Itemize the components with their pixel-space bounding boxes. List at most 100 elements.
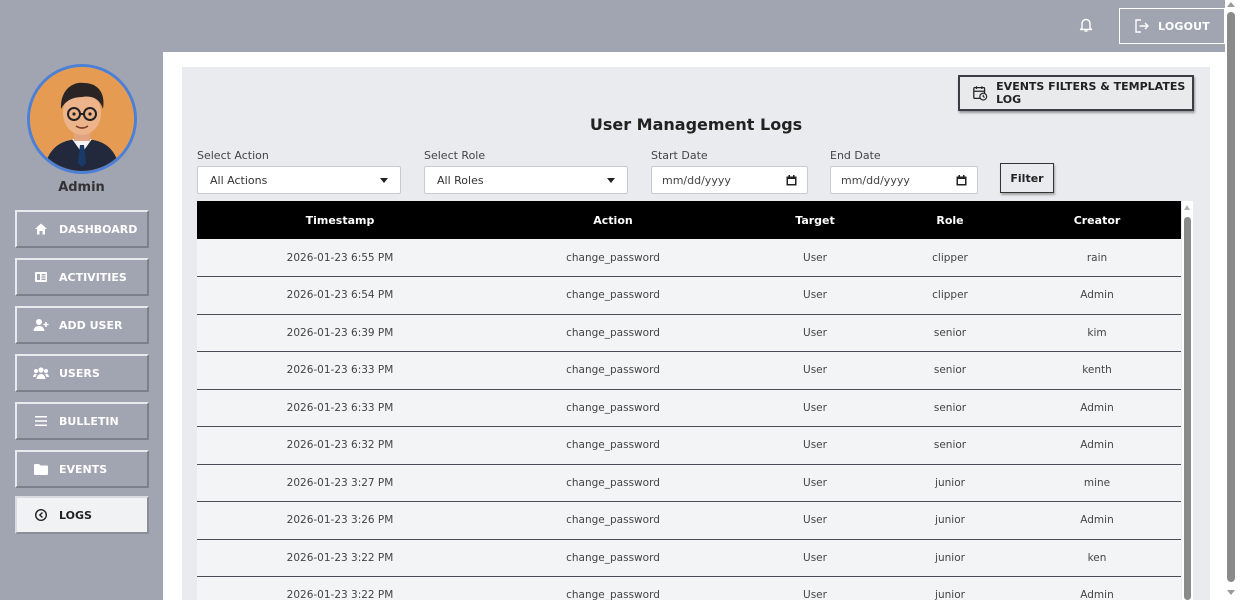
- action-cell: change_password: [566, 251, 660, 264]
- role-cell: junior: [935, 476, 965, 489]
- action-cell: change_password: [566, 551, 660, 564]
- end-date-placeholder: mm/dd/yyyy: [841, 173, 910, 187]
- chevron-down-icon: [607, 177, 615, 183]
- creator-cell: kim: [1087, 326, 1107, 339]
- timestamp-cell: 2026-01-23 6:39 PM: [286, 326, 394, 339]
- creator-cell: Admin: [1080, 514, 1114, 527]
- home-icon: [33, 221, 49, 237]
- role-select-value: All Roles: [437, 173, 484, 187]
- sidebar-item-logs[interactable]: LOGS: [15, 496, 149, 534]
- timestamp-cell: 2026-01-23 3:27 PM: [286, 476, 394, 489]
- action-cell: change_password: [566, 514, 660, 527]
- scroll-up-arrow-icon[interactable]: [1227, 2, 1235, 7]
- target-cell: User: [803, 364, 827, 377]
- scroll-down-arrow-icon[interactable]: [1227, 590, 1235, 595]
- action-cell: change_password: [566, 364, 660, 377]
- calendar-icon[interactable]: [956, 174, 967, 186]
- logout-button[interactable]: LOGOUT: [1119, 8, 1225, 44]
- target-cell: User: [803, 589, 827, 600]
- add-user-icon: [33, 317, 49, 333]
- table-scrollbar-thumb[interactable]: [1184, 217, 1191, 600]
- role-cell: senior: [933, 326, 967, 339]
- action-filter-label: Select Action: [197, 149, 269, 162]
- filter-button[interactable]: Filter: [1000, 163, 1054, 193]
- column-header-role[interactable]: Role: [887, 201, 1013, 239]
- sidebar-item-events[interactable]: EVENTS: [15, 450, 149, 488]
- role-cell: senior: [933, 364, 967, 377]
- bell-icon[interactable]: [1076, 14, 1096, 36]
- events-filters-templates-log-button[interactable]: EVENTS FILTERS & TEMPLATES LOG: [958, 75, 1194, 111]
- creator-cell: mine: [1083, 476, 1111, 489]
- target-cell: User: [803, 251, 827, 264]
- sidebar-item-label: DASHBOARD: [59, 222, 138, 236]
- column-header-creator[interactable]: Creator: [1013, 201, 1181, 239]
- timestamp-cell: 2026-01-23 6:33 PM: [286, 364, 394, 377]
- logs-panel: EVENTS FILTERS & TEMPLATES LOG User Mana…: [182, 67, 1210, 600]
- target-cell: User: [803, 401, 827, 414]
- target-cell: User: [803, 551, 827, 564]
- events-button-label: EVENTS FILTERS & TEMPLATES LOG: [996, 80, 1186, 106]
- sidebar-item-activities[interactable]: ACTIVITIES: [15, 258, 149, 296]
- logs-table: Timestamp Action Target Role Creator 202…: [197, 201, 1181, 600]
- main-content: EVENTS FILTERS & TEMPLATES LOG User Mana…: [163, 52, 1225, 600]
- table-row[interactable]: 2026-01-23 6:54 PM change_password User cli…: [197, 276, 1181, 314]
- logs-table-container[interactable]: Timestamp Action Target Role Creator 202…: [197, 201, 1181, 600]
- table-row[interactable]: 2026-01-23 6:32 PM change_password User sen…: [197, 426, 1181, 464]
- creator-cell: Admin: [1080, 289, 1114, 302]
- sidebar-item-label: BULLETIN: [59, 414, 119, 428]
- top-bar: LOGOUT: [0, 0, 1249, 52]
- logout-icon: [1135, 19, 1149, 33]
- sidebar-item-users[interactable]: USERS: [15, 354, 149, 392]
- page-title: User Management Logs: [589, 115, 803, 134]
- end-date-label: End Date: [830, 149, 881, 162]
- table-scrollbar[interactable]: [1182, 201, 1193, 600]
- sidebar-item-dashboard[interactable]: DASHBOARD: [15, 210, 149, 248]
- role-cell: senior: [933, 439, 967, 452]
- column-header-target[interactable]: Target: [743, 201, 887, 239]
- target-cell: User: [803, 326, 827, 339]
- logout-label: LOGOUT: [1158, 19, 1210, 33]
- column-header-timestamp[interactable]: Timestamp: [197, 201, 483, 239]
- table-row[interactable]: 2026-01-23 6:55 PM change_password User cli…: [197, 239, 1181, 277]
- timestamp-cell: 2026-01-23 3:22 PM: [286, 589, 394, 600]
- table-row[interactable]: 2026-01-23 3:27 PM change_password User jun…: [197, 464, 1181, 502]
- table-row[interactable]: 2026-01-23 6:33 PM change_password User sen…: [197, 351, 1181, 389]
- role-select[interactable]: All Roles: [424, 166, 628, 194]
- table-row[interactable]: 2026-01-23 6:33 PM change_password User sen…: [197, 389, 1181, 427]
- table-row[interactable]: 2026-01-23 3:22 PM change_password User jun…: [197, 576, 1181, 600]
- table-row[interactable]: 2026-01-23 3:22 PM change_password User jun…: [197, 539, 1181, 577]
- sidebar: Admin DASHBOARD ACTIVITIES ADD USER USER…: [0, 52, 163, 600]
- calendar-icon[interactable]: [786, 174, 797, 186]
- action-cell: change_password: [566, 476, 660, 489]
- table-row[interactable]: 2026-01-23 3:26 PM change_password User jun…: [197, 501, 1181, 539]
- timestamp-cell: 2026-01-23 3:22 PM: [286, 551, 394, 564]
- table-row[interactable]: 2026-01-23 6:39 PM change_password User sen…: [197, 314, 1181, 352]
- action-cell: change_password: [566, 589, 660, 600]
- action-select[interactable]: All Actions: [197, 166, 401, 194]
- action-select-value: All Actions: [210, 173, 268, 187]
- role-cell: clipper: [932, 251, 968, 264]
- sidebar-item-label: EVENTS: [59, 462, 108, 476]
- sidebar-item-label: LOGS: [59, 508, 92, 522]
- action-cell: change_password: [566, 289, 660, 302]
- start-date-label: Start Date: [651, 149, 708, 162]
- creator-cell: Admin: [1080, 439, 1114, 452]
- action-cell: change_password: [566, 326, 660, 339]
- timestamp-cell: 2026-01-23 6:54 PM: [286, 289, 394, 302]
- role-cell: junior: [935, 589, 965, 600]
- history-icon: [33, 507, 49, 523]
- page-scrollbar[interactable]: [1225, 0, 1249, 600]
- start-date-placeholder: mm/dd/yyyy: [662, 173, 731, 187]
- sidebar-item-label: ADD USER: [59, 318, 123, 332]
- scroll-up-arrow-icon[interactable]: [1184, 205, 1190, 210]
- sidebar-item-label: USERS: [59, 366, 100, 380]
- role-filter-label: Select Role: [424, 149, 486, 162]
- column-header-action[interactable]: Action: [483, 201, 743, 239]
- end-date-input[interactable]: mm/dd/yyyy: [830, 166, 978, 194]
- start-date-input[interactable]: mm/dd/yyyy: [651, 166, 808, 194]
- page-scrollbar-thumb[interactable]: [1227, 12, 1235, 582]
- timestamp-cell: 2026-01-23 6:32 PM: [286, 439, 394, 452]
- creator-cell: kenth: [1082, 364, 1112, 377]
- sidebar-item-add-user[interactable]: ADD USER: [15, 306, 149, 344]
- sidebar-item-bulletin[interactable]: BULLETIN: [15, 402, 149, 440]
